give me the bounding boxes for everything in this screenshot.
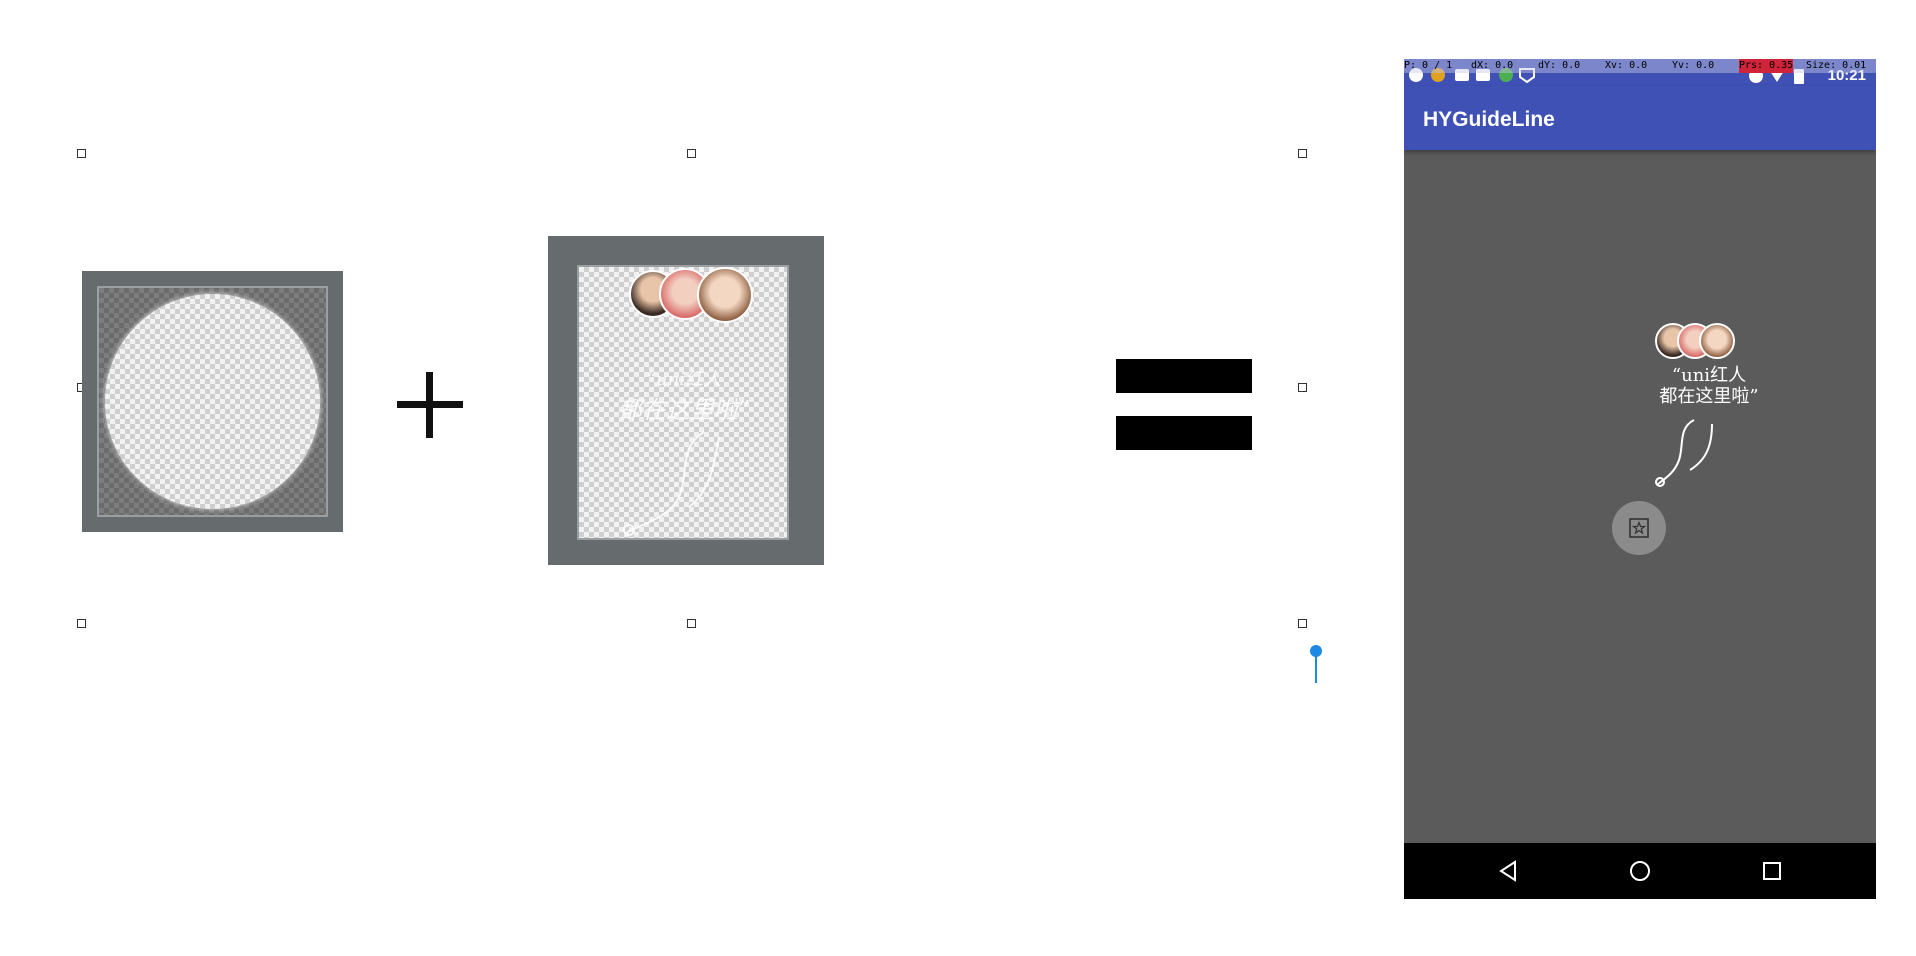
guide-caption-line2: 都在这里啦” [1659,386,1759,407]
pointer-location-overlay: P: 0 / 1 dX: 0.0 dY: 0.0 Xv: 0.0 Yv: 0.0… [1404,59,1876,73]
debug-dx: dX: 0.0 [1471,60,1514,71]
pointing-hand-icon [1655,419,1713,487]
debug-pressure: Prs: 0.35 [1739,59,1794,73]
avatar-3 [1699,323,1735,359]
debug-dy: dY: 0.0 [1538,60,1581,71]
guide-caption: “uni红人 都在这里啦” [1634,365,1784,407]
guide-caption: “uni红人 都在这里啦” [589,365,779,425]
selection-handle-bl[interactable] [77,619,86,628]
mask-transparent-area [97,286,328,517]
debug-xv: Xv: 0.0 [1605,60,1648,71]
selection-handle-mr[interactable] [1298,383,1307,392]
avatar-3 [697,267,753,323]
pointing-hand-icon [623,431,720,536]
back-button[interactable] [1494,857,1522,885]
selection-handle-bc[interactable] [687,619,696,628]
highlight-button[interactable] [1612,501,1666,555]
selection-handle-tc[interactable] [687,149,696,158]
app-title: HYGuideLine [1423,108,1555,131]
app-bar: HYGuideLine [1404,86,1876,150]
selection-handle-br[interactable] [1298,619,1307,628]
phone-screenshot: 10:21 P: 0 / 1 dX: 0.0 dY: 0.0 Xv: 0.0 Y… [1404,59,1876,899]
navigation-bar [1404,843,1876,899]
circular-mask-image [82,271,343,532]
guide-caption-line1: “uni红人 [646,369,722,390]
pin-cursor-icon[interactable] [1310,645,1322,683]
plus-sign-icon [397,372,463,438]
star-box-icon [1629,518,1649,538]
guide-overlay-image: “uni红人 都在这里啦” [548,236,824,565]
recents-button[interactable] [1758,857,1786,885]
debug-yv: Yv: 0.0 [1672,60,1715,71]
guide-caption-line2: 都在这里啦” [617,396,751,424]
guide-caption-line1: “uni红人 [1671,365,1747,386]
selection-handle-tl[interactable] [77,149,86,158]
guide-content-area[interactable]: “uni红人 都在这里啦” [1404,150,1876,843]
home-button[interactable] [1626,857,1654,885]
selection-handle-tr[interactable] [1298,149,1307,158]
status-bar: 10:21 P: 0 / 1 dX: 0.0 dY: 0.0 Xv: 0.0 Y… [1404,59,1876,86]
guide-transparent-area: “uni红人 都在这里啦” [577,265,789,540]
back-icon [1499,860,1516,882]
mask-circle [105,294,320,509]
debug-size: Size: 0.01 [1806,60,1867,71]
debug-pointer-count: P: 0 / 1 [1404,60,1453,71]
recents-icon [1763,862,1781,880]
equals-sign-icon [1116,359,1252,450]
home-icon [1630,861,1650,881]
